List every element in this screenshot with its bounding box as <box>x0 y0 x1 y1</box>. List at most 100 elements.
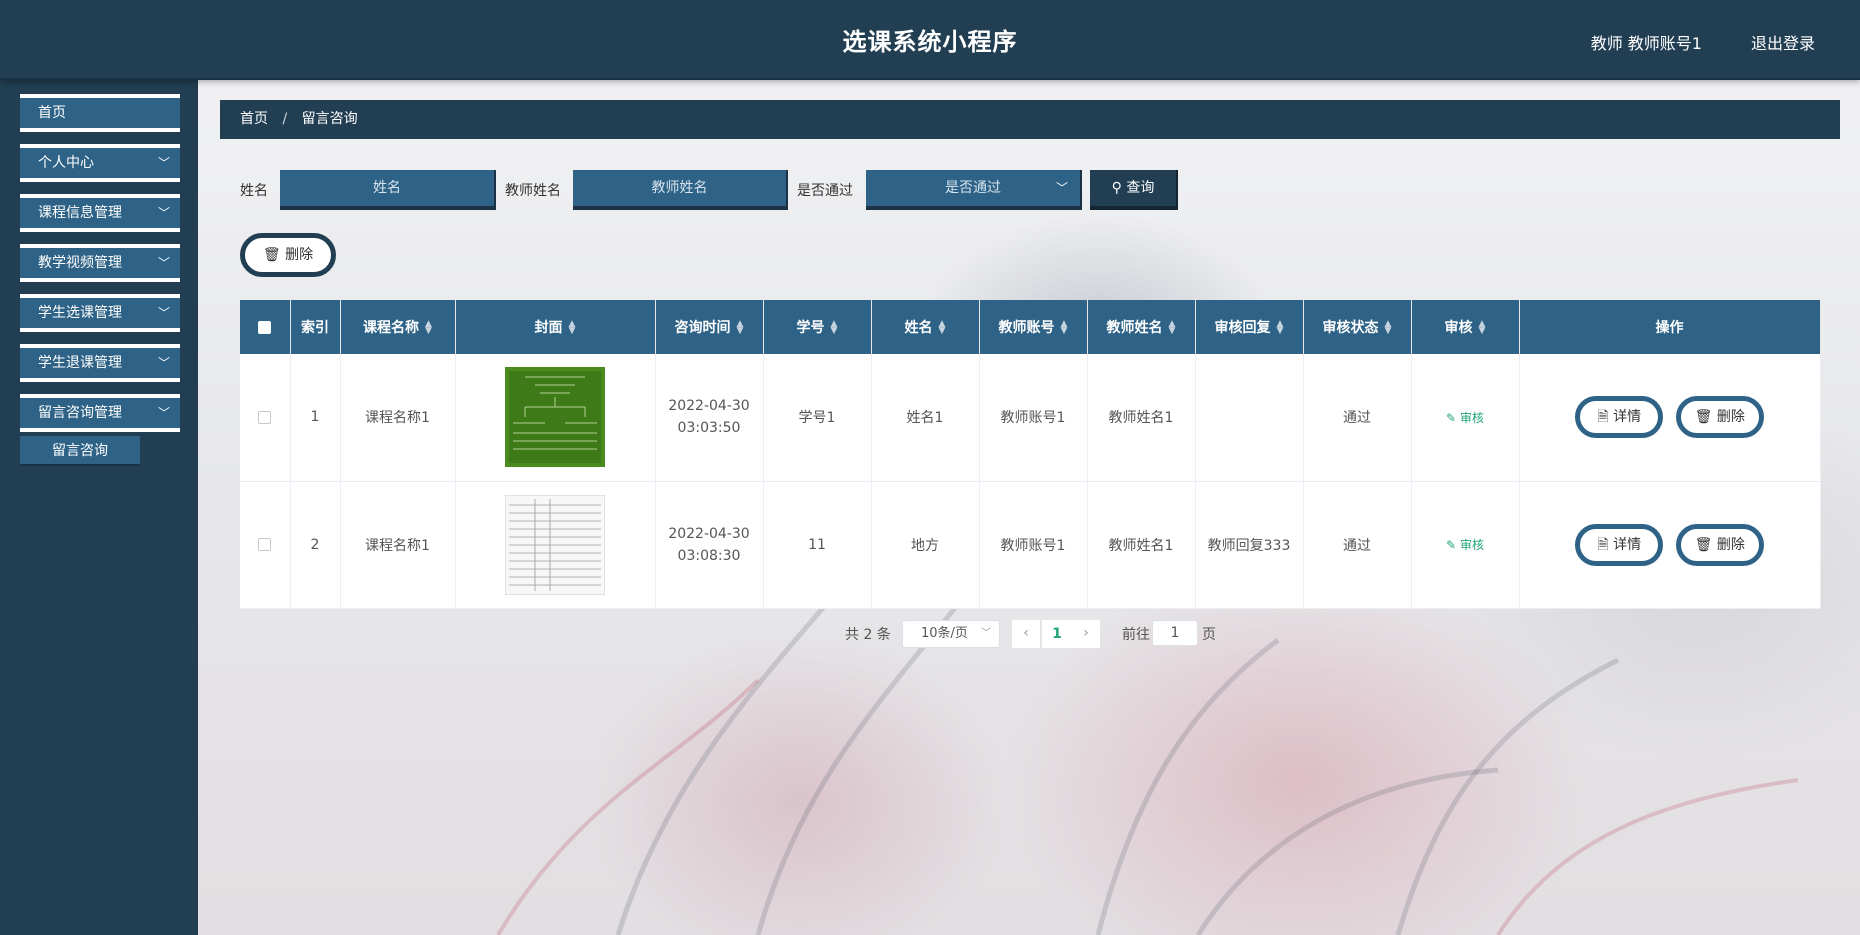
cell-student-id: 学号1 <box>763 354 872 482</box>
breadcrumb-home[interactable]: 首页 <box>240 111 268 127</box>
column-header[interactable]: 姓名 ▲ ▼ <box>871 300 980 354</box>
sidebar-item-label: 留言咨询管理 <box>38 405 122 421</box>
column-header[interactable]: 教师姓名 ▲ ▼ <box>1087 300 1196 354</box>
name-input[interactable]: 姓名 <box>280 170 496 210</box>
delete-button[interactable]: 🗑 删除 <box>1675 523 1764 566</box>
column-header[interactable]: 咨询时间 ▲ ▼ <box>655 300 764 354</box>
column-header[interactable]: 审核 ▲ ▼ <box>1411 300 1520 354</box>
breadcrumb-current: 留言咨询 <box>301 111 358 127</box>
cell-reply <box>1195 354 1304 482</box>
sidebar-item-consultation[interactable]: 留言咨询管理 ﹀ <box>20 394 180 432</box>
column-header[interactable]: 教师账号 ▲ ▼ <box>979 300 1088 354</box>
row-checkbox[interactable] <box>240 481 291 609</box>
table-row: 2 课程名称1 2022-04-30 03:08:30 11 地方 教师账号1 … <box>240 481 1821 609</box>
bulk-delete-label: 删除 <box>285 247 314 263</box>
current-page[interactable]: 1 <box>1042 620 1072 648</box>
bulk-delete-button[interactable]: 🗑 删除 <box>240 233 336 277</box>
sidebar-item-label: 学生选课管理 <box>38 305 122 321</box>
chevron-down-icon: ﹀ <box>981 628 991 639</box>
pagination-total: 共 2 条 <box>845 627 891 643</box>
cell-audit: ✎ 审核 <box>1411 354 1520 482</box>
cell-cover <box>455 354 656 482</box>
audit-link[interactable]: ✎ 审核 <box>1446 411 1484 425</box>
teacher-name-label: 教师姓名 <box>505 183 561 199</box>
edit-icon: ✎ <box>1446 538 1457 552</box>
column-header: 索引 <box>290 300 341 354</box>
sidebar-item-course-selection[interactable]: 学生选课管理 ﹀ <box>20 294 180 332</box>
cover-image <box>505 494 605 595</box>
cell-course: 课程名称1 <box>340 481 456 609</box>
goto-unit: 页 <box>1202 627 1216 643</box>
cell-index: 1 <box>290 354 341 482</box>
column-header[interactable]: 课程名称 ▲ ▼ <box>340 300 456 354</box>
sort-icon: ▲ ▼ <box>1060 319 1068 336</box>
sidebar-subitem-consultation[interactable]: 留言咨询 <box>20 436 140 466</box>
chevron-down-icon: ﹀ <box>157 156 170 170</box>
cell-teacher-name: 教师姓名1 <box>1087 354 1196 482</box>
chevron-down-icon: ﹀ <box>1055 181 1068 195</box>
cell-audit: ✎ 审核 <box>1411 481 1520 609</box>
next-page-button[interactable]: › <box>1072 620 1100 648</box>
select-all-checkbox[interactable] <box>240 300 291 354</box>
page-size-value: 10条/页 <box>921 626 968 641</box>
logout-button[interactable]: 退出登录 <box>1751 30 1815 54</box>
chevron-up-icon: ﹀ <box>157 406 170 420</box>
cell-date: 2022-04-30 <box>668 398 750 415</box>
pass-select[interactable]: 是否通过 ﹀ <box>866 170 1082 210</box>
search-button-label: 查询 <box>1126 180 1155 196</box>
sidebar-item-label: 学生退课管理 <box>38 355 122 371</box>
sort-icon: ▲ ▼ <box>425 319 432 336</box>
cell-course: 课程名称1 <box>340 354 456 482</box>
cell-clock: 03:08:30 <box>677 547 741 564</box>
chevron-down-icon: ﹀ <box>157 206 170 220</box>
column-header: 操作 <box>1519 300 1821 354</box>
goto-page-input[interactable]: 1 <box>1152 620 1198 646</box>
sidebar-item-label: 课程信息管理 <box>38 205 122 221</box>
sort-icon: ▲ ▼ <box>568 319 576 336</box>
cell-clock: 03:03:50 <box>677 420 741 437</box>
delete-button[interactable]: 🗑 删除 <box>1675 396 1764 439</box>
column-header[interactable]: 封面 ▲ ▼ <box>455 300 656 354</box>
cell-name: 姓名1 <box>871 354 980 482</box>
column-header[interactable]: 审核回复 ▲ ▼ <box>1195 300 1304 354</box>
breadcrumb: 首页 / 留言咨询 <box>220 100 1840 139</box>
prev-page-button[interactable]: ‹ <box>1012 620 1040 648</box>
sidebar-item-course-info[interactable]: 课程信息管理 ﹀ <box>20 194 180 232</box>
trash-icon: 🗑 <box>1694 409 1713 426</box>
sidebar-item-teaching-video[interactable]: 教学视频管理 ﹀ <box>20 244 180 282</box>
trash-icon: 🗑 <box>1694 536 1713 553</box>
chevron-down-icon: ﹀ <box>157 306 170 320</box>
pass-select-value: 是否通过 <box>945 180 1001 196</box>
chevron-down-icon: ﹀ <box>157 256 170 270</box>
table-header-row: 索引 课程名称 ▲ ▼ 封面 ▲ ▼ 咨询时间 ▲ ▼ 学号 ▲ ▼ 姓名 ▲ ▼ 教师账号 ▲ ▼ 教… <box>240 300 1821 354</box>
sidebar-item-course-withdrawal[interactable]: 学生退课管理 ﹀ <box>20 344 180 382</box>
sidebar-item-home[interactable]: 首页 <box>20 94 180 132</box>
table-row: 1 课程名称1 2022-04-30 03:03:50 学号1 姓名1 教师账号… <box>240 354 1821 482</box>
cell-cover <box>455 481 656 609</box>
teacher-name-input[interactable]: 教师姓名 <box>573 170 788 210</box>
cell-time: 2022-04-30 03:08:30 <box>655 481 764 609</box>
search-button[interactable]: ⚲ 查询 <box>1090 170 1178 210</box>
detail-button[interactable]: 🗎 详情 <box>1575 523 1664 566</box>
audit-link[interactable]: ✎ 审核 <box>1446 538 1484 552</box>
page-size-select[interactable]: 10条/页 ﹀ <box>902 620 1000 648</box>
sort-icon: ▲ ▼ <box>938 319 946 336</box>
column-header[interactable]: 审核状态 ▲ ▼ <box>1303 300 1412 354</box>
sort-icon: ▲ ▼ <box>1276 319 1284 336</box>
document-icon: 🗎 <box>1597 536 1609 553</box>
detail-button[interactable]: 🗎 详情 <box>1575 396 1664 439</box>
sidebar-item-label: 个人中心 <box>38 155 94 171</box>
pass-label: 是否通过 <box>797 183 853 199</box>
sort-icon: ▲ ▼ <box>830 319 838 336</box>
sidebar: 首页 个人中心 ﹀ 课程信息管理 ﹀ 教学视频管理 ﹀ 学生选课管理 ﹀ 学生退… <box>0 80 198 935</box>
sort-icon: ▲ ▼ <box>1384 319 1392 336</box>
sidebar-item-personal-center[interactable]: 个人中心 ﹀ <box>20 144 180 182</box>
cell-student-id: 11 <box>763 481 872 609</box>
edit-icon: ✎ <box>1446 410 1457 425</box>
cell-date: 2022-04-30 <box>668 525 750 542</box>
cell-name: 地方 <box>871 481 980 609</box>
column-header[interactable]: 学号 ▲ ▼ <box>763 300 872 354</box>
row-checkbox[interactable] <box>240 354 291 482</box>
cell-actions: 🗎 详情 🗑 删除 <box>1519 481 1821 609</box>
goto-label: 前往 <box>1122 627 1150 643</box>
